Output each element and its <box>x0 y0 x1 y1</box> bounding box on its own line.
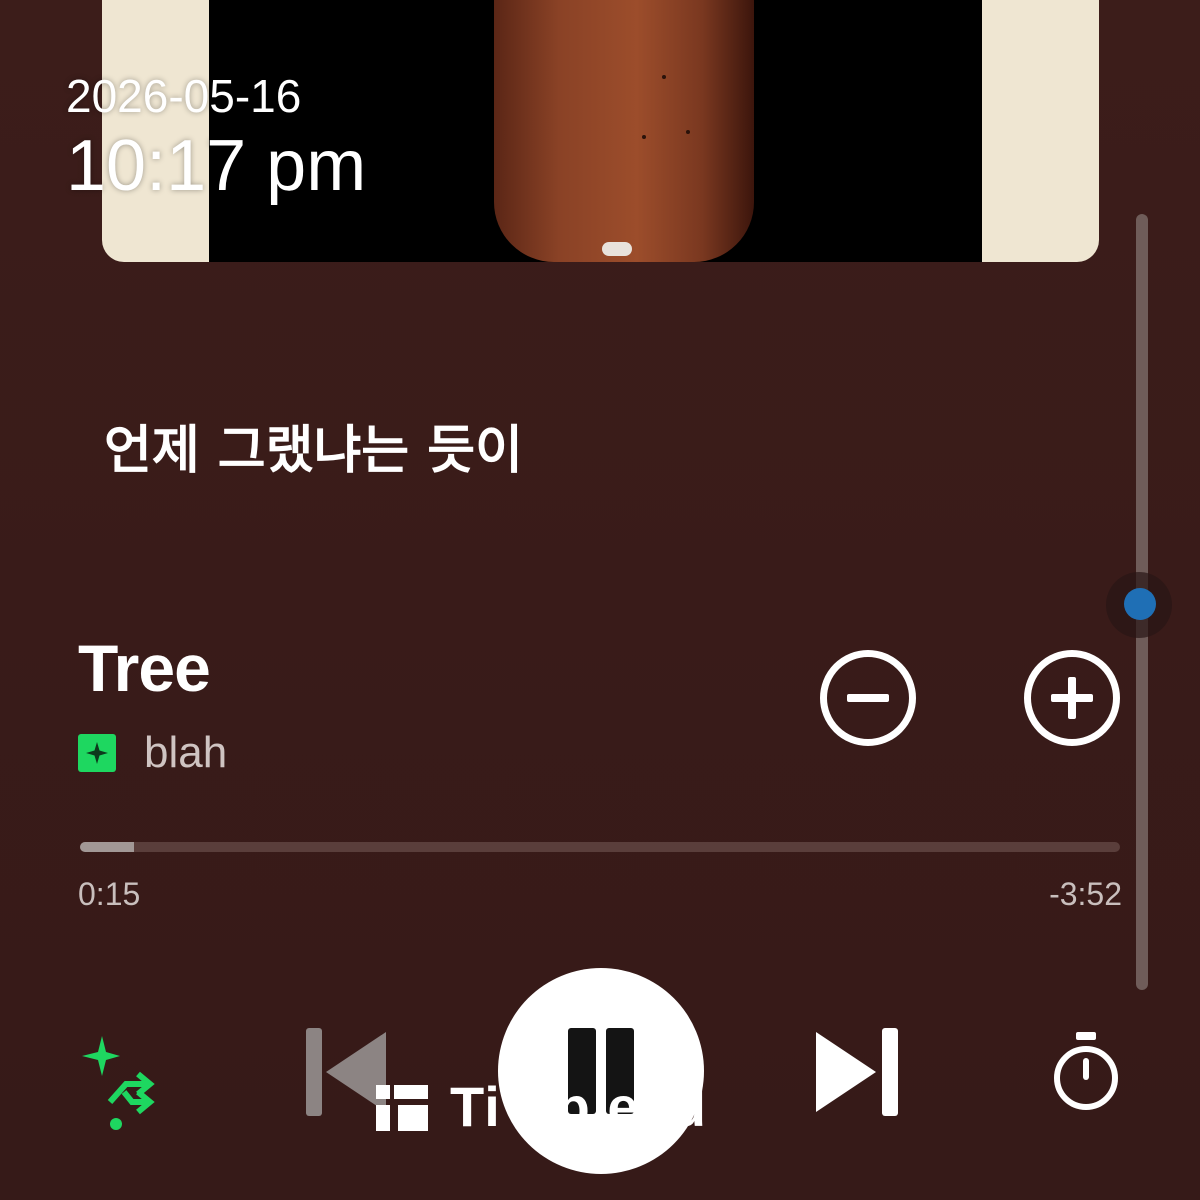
track-title[interactable]: Tree <box>78 630 211 706</box>
clock: 2026-05-16 10:17 pm <box>66 70 366 206</box>
grid-icon <box>376 1084 428 1131</box>
album-art-figure <box>494 0 754 262</box>
lyric-line[interactable]: 언제 그랬냐는 듯이 <box>104 408 523 483</box>
volume-knob[interactable] <box>1124 588 1156 620</box>
elapsed-time: 0:15 <box>78 876 141 912</box>
timer-icon[interactable] <box>1048 1030 1124 1114</box>
plus-bar-v <box>1068 677 1076 719</box>
overlay-label: Ti Sp ead <box>450 1075 707 1138</box>
plus-circle-icon[interactable] <box>1024 650 1120 746</box>
artist-row: blah <box>78 728 227 778</box>
overlay-caption: Ti Sp ead <box>376 1074 707 1139</box>
artist-name[interactable]: blah <box>144 728 227 778</box>
sparkle-badge-icon <box>78 734 116 772</box>
smart-shuffle-icon[interactable] <box>74 1030 164 1134</box>
minus-circle-icon[interactable] <box>820 650 916 746</box>
remaining-time: -3:52 <box>1049 876 1122 912</box>
minus-bar <box>847 694 889 702</box>
album-art-speck <box>642 135 646 139</box>
clock-time: 10:17 pm <box>66 126 367 206</box>
progress-fill <box>80 842 134 852</box>
clock-date: 2026-05-16 <box>66 70 302 122</box>
album-art-speck <box>662 75 666 79</box>
pause-button[interactable] <box>498 968 704 1174</box>
album-art-speck <box>686 130 690 134</box>
skip-next-icon[interactable] <box>812 1026 902 1118</box>
progress-bar[interactable] <box>80 842 1120 852</box>
album-art-glint <box>602 242 632 256</box>
